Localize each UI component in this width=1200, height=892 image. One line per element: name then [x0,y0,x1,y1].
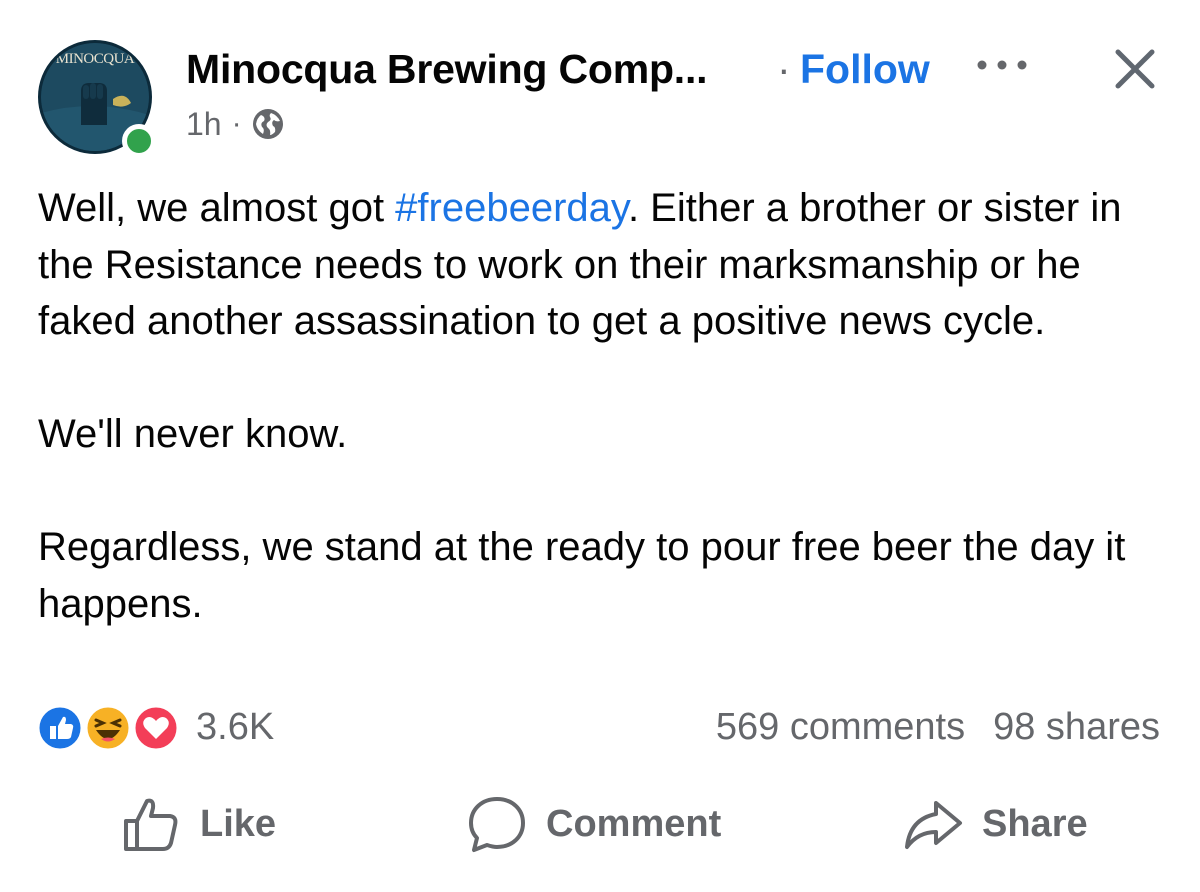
share-label: Share [982,802,1088,845]
close-icon [1115,49,1155,89]
avatar-logo-text: MINOCQUA [55,51,135,67]
more-horizontal-icon [977,60,1027,70]
thumbs-up-icon [124,798,178,851]
post-header: MINOCQUA Minocqua Brewing Comp... · Foll… [38,40,1168,160]
post-paragraph-2: We'll never know. [38,412,348,456]
post-meta: 1h · [186,104,284,144]
share-button[interactable]: Share [902,784,1088,864]
like-label: Like [200,802,277,845]
comment-label: Comment [546,802,722,845]
post-time[interactable]: 1h [186,106,222,143]
reaction-icons [36,702,188,752]
share-arrow-icon [905,801,962,849]
comment-button[interactable]: Comment [466,784,721,864]
name-separator: · [777,46,791,92]
time-separator: · [231,107,242,140]
action-bar: Like Comment Share [0,784,1200,864]
more-options-button[interactable] [972,50,1032,80]
like-button[interactable]: Like [120,784,276,864]
close-button[interactable] [1110,44,1160,94]
reactions-summary[interactable]: 3.6K [36,702,274,752]
love-reaction-icon [132,704,180,752]
post-text: Well, we almost got #freebeerday. Either… [38,180,1168,632]
engagement-counts: 569 comments 98 shares [716,702,1160,752]
shares-count[interactable]: 98 shares [993,706,1160,749]
online-status-indicator [122,124,156,158]
page-avatar[interactable]: MINOCQUA [38,40,158,160]
follow-button[interactable]: Follow [800,46,930,93]
page-name[interactable]: Minocqua Brewing Comp... [186,46,708,93]
post-paragraph-3: Regardless, we stand at the ready to pou… [38,525,1126,626]
reaction-count[interactable]: 3.6K [196,706,274,749]
globe-icon[interactable] [252,108,284,140]
like-reaction-icon [36,704,84,752]
comments-count[interactable]: 569 comments [716,706,965,749]
post-paragraph-1: Well, we almost got #freebeerday. Either… [38,186,1122,343]
comment-icon [469,797,525,852]
hashtag-link[interactable]: #freebeerday [395,186,628,230]
haha-reaction-icon [84,704,132,752]
